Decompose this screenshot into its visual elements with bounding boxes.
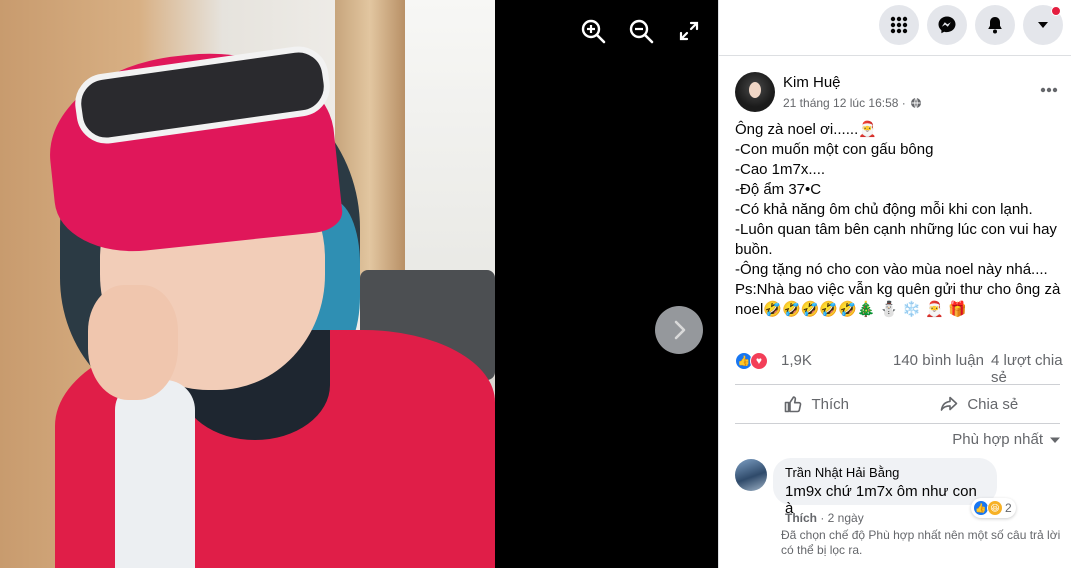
post-panel: Kim Huệ 21 tháng 12 lúc 16:58 · Ông zà n… bbox=[718, 0, 1071, 568]
comment-like-button[interactable]: Thích bbox=[785, 511, 817, 525]
globe-icon bbox=[910, 97, 921, 109]
share-arrow-icon bbox=[941, 396, 958, 411]
post-line: -Con muốn một con gấu bông bbox=[735, 141, 934, 158]
comment-time[interactable]: · 2 ngày bbox=[820, 511, 863, 525]
sort-label: Phù hợp nhất bbox=[952, 431, 1043, 448]
share-label: Chia sẻ bbox=[967, 395, 1019, 413]
next-photo-button[interactable] bbox=[655, 306, 703, 354]
chevron-right-icon bbox=[674, 320, 686, 340]
post-timestamp[interactable]: 21 tháng 12 lúc 16:58 · bbox=[783, 96, 906, 110]
account-button[interactable] bbox=[1023, 5, 1063, 45]
thumbs-up-icon bbox=[785, 396, 802, 413]
post-header: Kim Huệ 21 tháng 12 lúc 16:58 · bbox=[735, 72, 1065, 116]
like-button[interactable]: Thích bbox=[735, 385, 898, 423]
reactions-summary: 👍 ♥ 1,9K 140 bình luận 4 lượt chia sẻ bbox=[735, 351, 1065, 386]
post-message: Ông zà noel ơi......🎅 -Con muốn một con … bbox=[735, 120, 1065, 320]
comment-actions: Thích · 2 ngày bbox=[785, 511, 864, 525]
comment-bubble: Trần Nhật Hải Bằng 1m9x chứ 1m7x ôm như … bbox=[773, 458, 997, 517]
zoom-out-icon bbox=[629, 19, 654, 44]
reactions-count[interactable]: 1,9K bbox=[781, 352, 812, 369]
reaction-icons[interactable]: 👍 ♥ bbox=[735, 352, 768, 370]
messenger-icon bbox=[938, 16, 956, 34]
notification-dot bbox=[1051, 6, 1061, 16]
commenter-avatar[interactable] bbox=[735, 459, 767, 491]
filter-note: Đã chọn chế độ Phù hợp nhất nên một số c… bbox=[781, 528, 1061, 557]
grid-menu-icon bbox=[890, 16, 908, 34]
post-meta: 21 tháng 12 lúc 16:58 · bbox=[783, 96, 922, 110]
comment-reactions[interactable]: 👍 😆 2 bbox=[971, 498, 1016, 518]
author-avatar[interactable] bbox=[735, 72, 775, 112]
post-line: -Có khả năng ôm chủ động mỗi khi con lạn… bbox=[735, 201, 1033, 218]
comment-reaction-count: 2 bbox=[1005, 501, 1012, 515]
comments-count[interactable]: 140 bình luận bbox=[893, 352, 984, 369]
post-line: -Ông tặng nó cho con vào mùa noel này nh… bbox=[735, 261, 1048, 278]
notifications-button[interactable] bbox=[975, 5, 1015, 45]
caret-down-icon bbox=[1050, 437, 1060, 443]
photo-viewer bbox=[0, 0, 718, 568]
top-navigation bbox=[719, 0, 1071, 56]
zoom-out-button[interactable] bbox=[628, 18, 654, 44]
post-line: -Luôn quan tâm bên cạnh những lúc con vu… bbox=[735, 221, 1062, 258]
fullscreen-button[interactable] bbox=[676, 18, 702, 44]
post-line: Ông zà noel ơi......🎅 bbox=[735, 121, 877, 138]
more-options-button[interactable] bbox=[1035, 80, 1063, 100]
zoom-in-icon bbox=[581, 19, 606, 44]
haha-reaction-icon: 😆 bbox=[987, 500, 1003, 516]
caret-down-icon bbox=[1038, 22, 1048, 28]
post-line: -Cao 1m7x.... bbox=[735, 161, 826, 178]
like-label: Thích bbox=[811, 395, 849, 413]
author-name[interactable]: Kim Huệ bbox=[783, 74, 841, 91]
post-line: Ps:Nhà bao việc vẫn kg quên gửi thư cho … bbox=[735, 281, 1065, 318]
post-photo bbox=[0, 0, 495, 568]
love-reaction-icon: ♥ bbox=[750, 352, 768, 370]
expand-icon bbox=[679, 21, 699, 41]
comment-sort-dropdown[interactable]: Phù hợp nhất bbox=[952, 431, 1061, 448]
commenter-name[interactable]: Trần Nhật Hải Bằng bbox=[785, 465, 985, 480]
share-button[interactable]: Chia sẻ bbox=[898, 385, 1061, 423]
shares-count[interactable]: 4 lượt chia sẻ bbox=[991, 352, 1065, 386]
post-actions: Thích Chia sẻ bbox=[735, 384, 1060, 424]
menu-button[interactable] bbox=[879, 5, 919, 45]
zoom-in-button[interactable] bbox=[580, 18, 606, 44]
messenger-button[interactable] bbox=[927, 5, 967, 45]
bell-icon bbox=[988, 17, 1002, 34]
post-line: -Độ ẩm 37•C bbox=[735, 181, 822, 198]
more-horizontal-icon bbox=[1040, 87, 1058, 93]
